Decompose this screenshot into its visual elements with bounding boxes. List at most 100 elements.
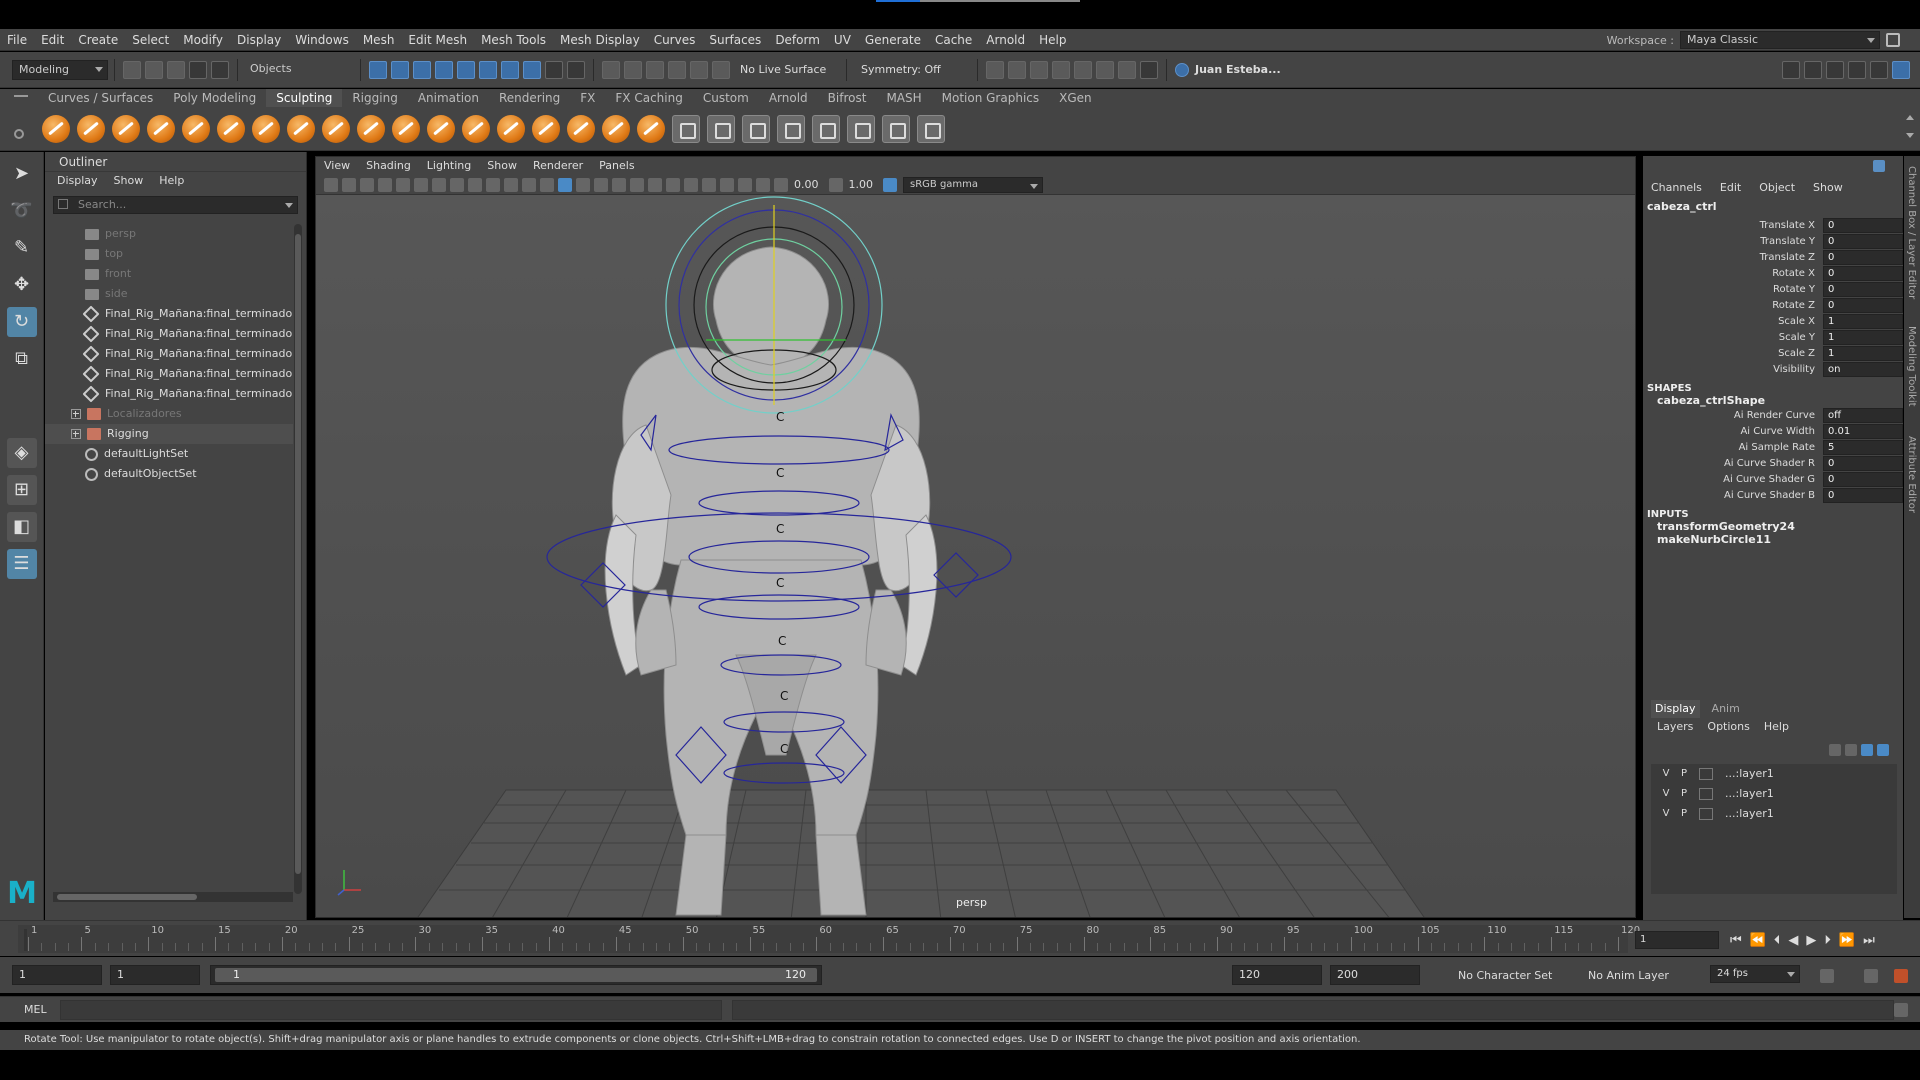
- layer-row[interactable]: V P ...:layer1: [1651, 764, 1897, 784]
- knife-tool-icon[interactable]: [497, 115, 525, 143]
- scroll-thumb[interactable]: [295, 234, 301, 874]
- outliner-vertical-scrollbar[interactable]: [294, 224, 302, 894]
- tab-mash[interactable]: MASH: [876, 89, 931, 107]
- scale-tool[interactable]: ⧉: [7, 344, 37, 374]
- menu-modify[interactable]: Modify: [176, 29, 230, 51]
- attribute-name[interactable]: Rotate Y: [1643, 284, 1823, 295]
- select-deformer-icon[interactable]: [523, 60, 541, 79]
- tab-animation[interactable]: Animation: [408, 89, 489, 107]
- single-perspective-view-button[interactable]: ◈: [6, 438, 37, 468]
- attribute-name[interactable]: Visibility: [1643, 364, 1823, 375]
- textured-icon[interactable]: [594, 177, 608, 192]
- render-view-icon[interactable]: [986, 60, 1004, 79]
- workspace-dropdown[interactable]: Maya Classic: [1680, 31, 1880, 49]
- four-view-button[interactable]: ⊞: [6, 475, 37, 505]
- attribute-value-field[interactable]: 0: [1823, 455, 1903, 471]
- current-time-marker[interactable]: [24, 929, 27, 951]
- layer-menu-help[interactable]: Help: [1764, 718, 1789, 736]
- layer-color-swatch[interactable]: [1699, 768, 1713, 780]
- current-frame-field[interactable]: 1: [1635, 931, 1719, 949]
- tab-arnold[interactable]: Arnold: [759, 89, 818, 107]
- outliner-item[interactable]: defaultObjectSet: [45, 464, 293, 484]
- outliner-item[interactable]: Localizadores: [45, 404, 293, 424]
- menu-display[interactable]: Display: [230, 29, 288, 51]
- gate-mask-icon[interactable]: [486, 177, 500, 192]
- attribute-value-field[interactable]: 0: [1823, 281, 1903, 297]
- xray-joints-icon[interactable]: [738, 177, 752, 192]
- menu-select[interactable]: Select: [125, 29, 176, 51]
- step-forward-key-icon[interactable]: ⏩: [1839, 933, 1855, 948]
- viewport-menu-shading[interactable]: Shading: [366, 157, 411, 175]
- attribute-name[interactable]: Scale Y: [1643, 332, 1823, 343]
- select-hierarchy-icon[interactable]: [369, 60, 387, 79]
- viewport-menu-panels[interactable]: Panels: [599, 157, 634, 175]
- outliner-item[interactable]: top: [45, 244, 293, 264]
- tab-sculpting[interactable]: Sculpting: [266, 89, 343, 107]
- attribute-value-field[interactable]: 5: [1823, 439, 1903, 455]
- playback-start-field[interactable]: 1: [110, 965, 200, 985]
- scrape-tool-icon[interactable]: [427, 115, 455, 143]
- mask-tool-icon[interactable]: [707, 115, 735, 143]
- viewport-canvas[interactable]: C C C C C C C persp: [316, 195, 1635, 921]
- anim-layer-dropdown[interactable]: No Anim Layer: [1588, 969, 1669, 982]
- tab-modeling-toolkit[interactable]: Modeling Toolkit: [1906, 326, 1917, 407]
- bookmark-icon[interactable]: [360, 177, 374, 192]
- ipr-render-icon[interactable]: [1030, 60, 1048, 79]
- render-frame-icon[interactable]: [1008, 60, 1026, 79]
- grab-tool-icon[interactable]: [147, 115, 175, 143]
- menu-mesh-display[interactable]: Mesh Display: [553, 29, 647, 51]
- lock-icon[interactable]: [1886, 33, 1900, 47]
- gamma-icon[interactable]: [828, 177, 843, 192]
- select-tool[interactable]: ➤: [7, 159, 37, 189]
- 2d-pan-icon[interactable]: [396, 177, 410, 192]
- attribute-value-field[interactable]: off: [1823, 407, 1903, 423]
- outliner-item[interactable]: front: [45, 264, 293, 284]
- attribute-value-field[interactable]: 0: [1823, 249, 1903, 265]
- anti-aliasing-icon[interactable]: [684, 177, 698, 192]
- outliner-search-input[interactable]: Search...: [53, 196, 298, 214]
- motion-blur-icon[interactable]: [666, 177, 680, 192]
- menu-mesh-tools[interactable]: Mesh Tools: [474, 29, 553, 51]
- move-layer-down-icon[interactable]: [1845, 744, 1857, 756]
- tab-fx[interactable]: FX: [570, 89, 605, 107]
- selection-mode-dropdown[interactable]: Objects: [244, 60, 354, 80]
- highlight-selection-icon[interactable]: [567, 60, 585, 79]
- repeat-tool-icon[interactable]: [322, 115, 350, 143]
- playback-end-field[interactable]: 120: [1232, 965, 1322, 985]
- outliner-item[interactable]: Final_Rig_Mañana:final_terminado:Sl: [45, 324, 293, 344]
- layer-row[interactable]: V P ...:layer1: [1651, 804, 1897, 824]
- camera-select-icon[interactable]: [324, 177, 338, 192]
- outliner-item[interactable]: Final_Rig_Mañana:final_terminado:Sl: [45, 344, 293, 364]
- animation-end-field[interactable]: 200: [1330, 965, 1420, 985]
- menu-uv[interactable]: UV: [827, 29, 858, 51]
- fill-tool-icon[interactable]: [462, 115, 490, 143]
- lasso-tool[interactable]: ➰: [7, 196, 37, 226]
- range-bar-handle[interactable]: [215, 968, 817, 982]
- menu-edit[interactable]: Edit: [34, 29, 71, 51]
- command-input[interactable]: [60, 1000, 722, 1020]
- new-scene-icon[interactable]: [123, 60, 141, 79]
- outliner-item[interactable]: Final_Rig_Mañana:final_terminado:Sl: [45, 364, 293, 384]
- shelf-scroll-down-icon[interactable]: [1906, 133, 1914, 138]
- channel-menu-channels[interactable]: Channels: [1651, 178, 1702, 198]
- new-layer-from-selection-icon[interactable]: [1877, 744, 1889, 756]
- attribute-value-field[interactable]: 0: [1823, 297, 1903, 313]
- attribute-editor-icon[interactable]: [1826, 60, 1844, 79]
- attribute-name[interactable]: Ai Curve Width: [1643, 426, 1823, 437]
- wireframe-icon[interactable]: [540, 177, 554, 192]
- outliner-menu-help[interactable]: Help: [159, 172, 184, 190]
- move-tool[interactable]: ✥: [7, 270, 37, 300]
- undo-icon[interactable]: [189, 60, 207, 79]
- tab-poly-modeling[interactable]: Poly Modeling: [163, 89, 266, 107]
- menu-edit-mesh[interactable]: Edit Mesh: [401, 29, 474, 51]
- step-forward-frame-icon[interactable]: ⏵: [1824, 933, 1831, 948]
- live-surface-label[interactable]: No Live Surface: [740, 63, 840, 76]
- tab-custom[interactable]: Custom: [693, 89, 759, 107]
- brush-settings-icon[interactable]: [812, 115, 840, 143]
- foamy-tool-icon[interactable]: [252, 115, 280, 143]
- smooth-tool-icon[interactable]: [77, 115, 105, 143]
- attribute-name[interactable]: Ai Sample Rate: [1643, 442, 1823, 453]
- imprint-tool-icon[interactable]: [357, 115, 385, 143]
- outliner-menu-show[interactable]: Show: [114, 172, 144, 190]
- channel-menu-show[interactable]: Show: [1813, 178, 1843, 198]
